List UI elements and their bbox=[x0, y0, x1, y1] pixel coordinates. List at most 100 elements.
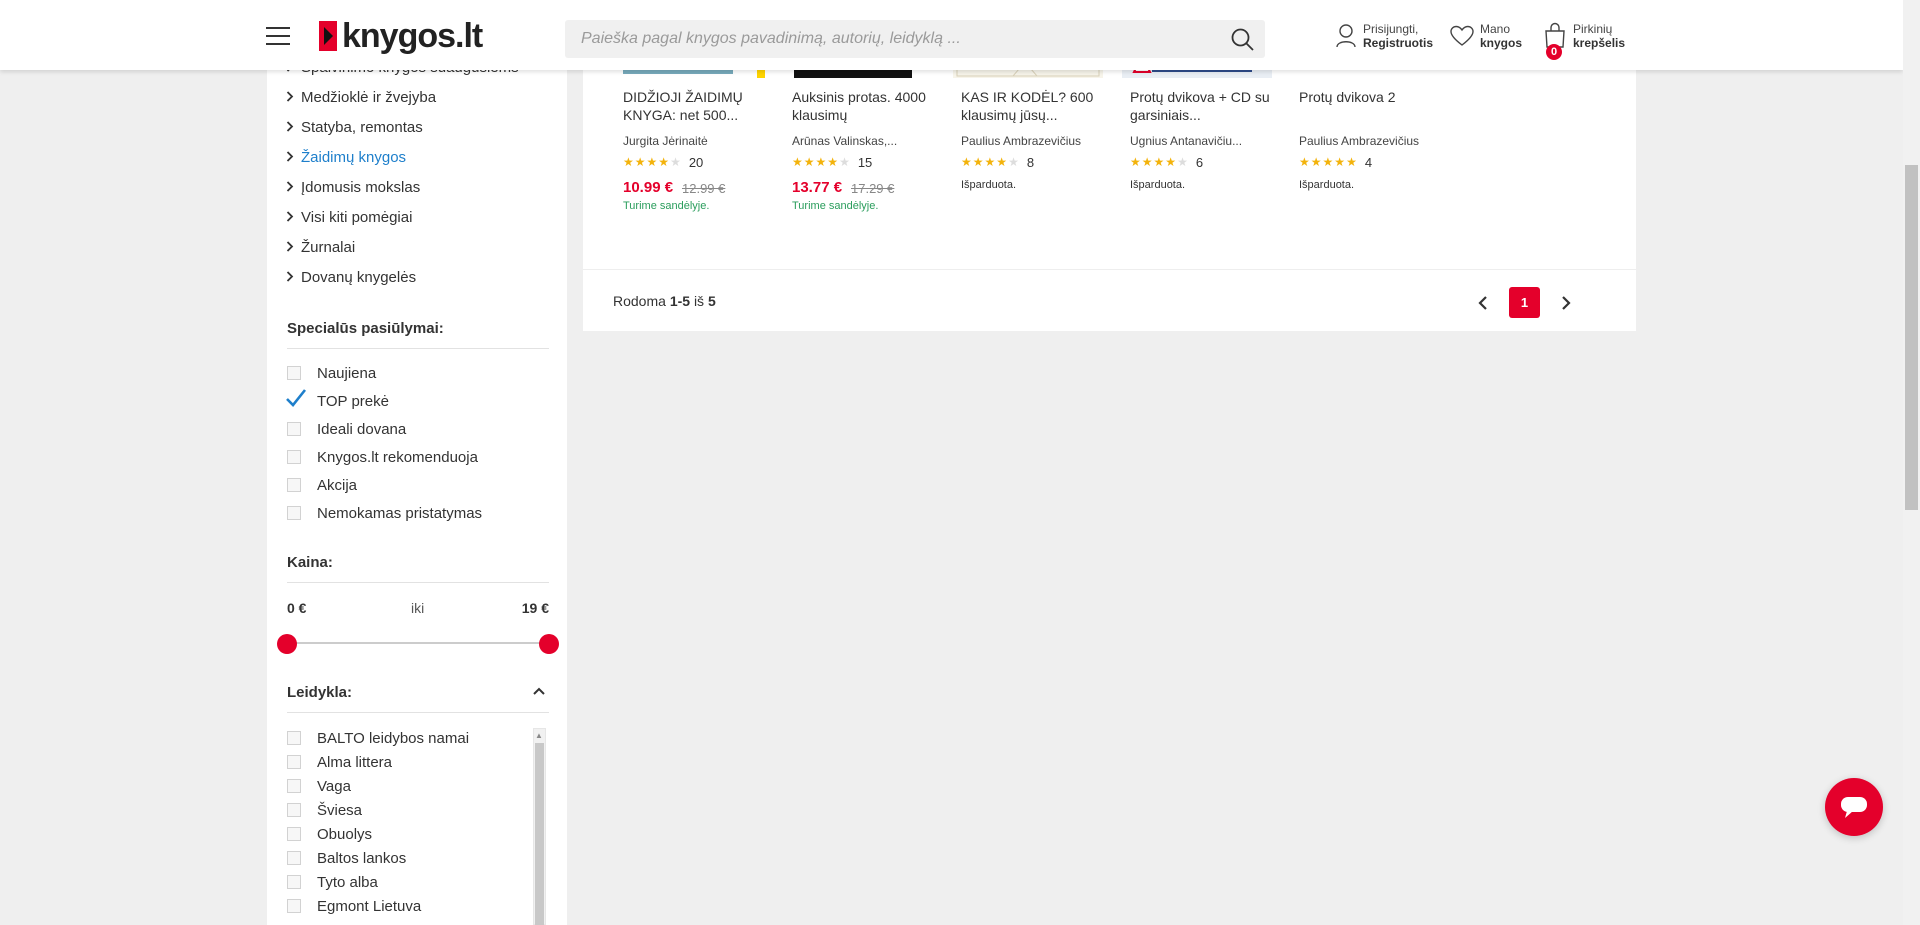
page-scrollbar-thumb[interactable] bbox=[1905, 165, 1918, 510]
checkbox[interactable] bbox=[286, 389, 307, 408]
search-icon[interactable] bbox=[1230, 27, 1255, 52]
search-input[interactable] bbox=[565, 20, 1205, 58]
price-title: Kaina: bbox=[287, 554, 333, 571]
price-slider-fill bbox=[287, 642, 549, 644]
checkbox[interactable] bbox=[287, 450, 301, 464]
publisher-option[interactable]: Tyto alba bbox=[287, 870, 469, 894]
checkbox[interactable] bbox=[287, 827, 301, 841]
category-label: Žurnalai bbox=[301, 238, 356, 256]
publisher-option[interactable]: BALTO leidybos namai bbox=[287, 726, 469, 750]
checkbox[interactable] bbox=[287, 899, 301, 913]
cart-icon-wrap: 0 bbox=[1543, 22, 1567, 60]
category-link[interactable]: Žurnalai bbox=[286, 232, 556, 262]
divider bbox=[583, 269, 1636, 270]
wishlist-line1: Mano bbox=[1480, 22, 1511, 36]
category-link[interactable]: Dovanų knygelės bbox=[286, 262, 556, 292]
product-author[interactable]: Paulius Ambrazevičius bbox=[1299, 134, 1439, 148]
price-slider-track[interactable] bbox=[287, 642, 549, 644]
checkbox[interactable] bbox=[287, 755, 301, 769]
rating-count: 20 bbox=[688, 154, 704, 170]
wishlist-link[interactable]: Mano knygos bbox=[1450, 22, 1522, 50]
publisher-option[interactable]: Alma littera bbox=[287, 750, 469, 774]
category-link[interactable]: Žaidimų knygos bbox=[286, 142, 556, 172]
chevron-right-icon bbox=[286, 179, 301, 195]
cart-line1: Pirkinių bbox=[1573, 22, 1613, 36]
star-icon: ★ bbox=[1130, 155, 1142, 169]
checkbox-label: BALTO leidybos namai bbox=[317, 729, 470, 747]
product-title[interactable]: KAS IR KODĖL? 600 klausimų jūsų... bbox=[961, 88, 1101, 124]
price-slider-max-handle[interactable] bbox=[539, 634, 559, 654]
checkbox[interactable] bbox=[287, 779, 301, 793]
rating: ★ ★ ★ ★ ★ 6 bbox=[1130, 155, 1203, 170]
product-author[interactable]: Ugnius Antanavičiu... bbox=[1130, 134, 1270, 148]
special-offer-option[interactable]: Akcija bbox=[287, 471, 482, 499]
price-slider-min-handle[interactable] bbox=[277, 634, 297, 654]
publisher-option[interactable]: Šviesa bbox=[287, 798, 469, 822]
showing-total: 5 bbox=[707, 293, 716, 309]
menu-icon[interactable] bbox=[266, 27, 290, 45]
product-author[interactable]: Jurgita Jėrinaitė bbox=[623, 134, 763, 148]
star-icon: ★ bbox=[961, 155, 973, 169]
star-icon: ★ bbox=[827, 155, 840, 169]
stock-status: Turime sandėlyje. bbox=[792, 200, 879, 212]
category-link[interactable]: Įdomusis mokslas bbox=[286, 172, 556, 202]
star-icon: ★ bbox=[803, 155, 816, 169]
filter-sidebar: Spalvinimo knygos suaugusiemsMedžioklė i… bbox=[267, 0, 567, 925]
chevron-right-icon bbox=[1562, 295, 1571, 310]
publisher-scrollbar[interactable]: ▲ bbox=[533, 728, 546, 925]
login-link[interactable]: Prisijungti, Registruotis bbox=[1335, 22, 1433, 50]
checkbox[interactable] bbox=[287, 803, 301, 817]
chevron-right-icon bbox=[286, 89, 301, 105]
divider bbox=[287, 348, 549, 349]
product-title[interactable]: Protų dvikova + CD su garsiniais... bbox=[1130, 88, 1270, 124]
category-link[interactable]: Medžioklė ir žvejyba bbox=[286, 82, 556, 112]
page-scrollbar[interactable] bbox=[1903, 0, 1920, 925]
special-offer-option[interactable]: Knygos.lt rekomenduoja bbox=[287, 443, 482, 471]
special-offer-option[interactable]: Nemokamas pristatymas bbox=[287, 499, 482, 527]
star-icon: ★ bbox=[839, 155, 851, 169]
checkbox[interactable] bbox=[287, 422, 301, 436]
publisher-option[interactable]: Egmont Lietuva bbox=[287, 894, 469, 918]
product-author[interactable]: Arūnas Valinskas,... bbox=[792, 134, 932, 148]
product-title[interactable]: Auksinis protas. 4000 klausimų bbox=[792, 88, 932, 124]
next-page-button[interactable] bbox=[1551, 288, 1581, 318]
scroll-up-icon[interactable]: ▲ bbox=[535, 731, 543, 740]
checkbox-label: Knygos.lt rekomenduoja bbox=[317, 448, 478, 466]
rating-count: 8 bbox=[1026, 154, 1035, 170]
cart-count-badge: 0 bbox=[1546, 44, 1562, 60]
prev-page-button[interactable] bbox=[1468, 288, 1498, 318]
product-title[interactable]: DIDŽIOJI ŽAIDIMŲ KNYGA: net 500... bbox=[623, 88, 763, 124]
product-author[interactable]: Paulius Ambrazevičius bbox=[961, 134, 1101, 148]
chat-button[interactable] bbox=[1825, 778, 1883, 836]
star-icon: ★ bbox=[1153, 155, 1166, 169]
publisher-option[interactable]: Obuolys bbox=[287, 822, 469, 846]
publisher-scrollbar-thumb[interactable] bbox=[535, 743, 544, 925]
checkbox[interactable] bbox=[287, 731, 301, 745]
checkbox[interactable] bbox=[287, 875, 301, 889]
publisher-option[interactable]: Baltos lankos bbox=[287, 846, 469, 870]
rating: ★ ★ ★ ★ ★ 20 bbox=[623, 154, 704, 170]
checkbox[interactable] bbox=[287, 506, 301, 520]
checkbox-label: Naujiena bbox=[317, 364, 377, 382]
checkbox[interactable] bbox=[287, 478, 301, 492]
rating: ★ ★ ★ ★ ★ 8 bbox=[961, 154, 1035, 170]
star-icon: ★ bbox=[1165, 155, 1178, 169]
special-offer-option[interactable]: Naujiena bbox=[287, 359, 482, 387]
chevron-up-icon[interactable] bbox=[532, 684, 546, 698]
cart-link[interactable]: 0 Pirkinių krepšelis bbox=[1543, 22, 1625, 60]
checkbox[interactable] bbox=[287, 366, 301, 380]
site-logo[interactable]: knygos.lt bbox=[318, 17, 483, 55]
star-icon: ★ bbox=[670, 155, 682, 169]
page-button-current[interactable]: 1 bbox=[1509, 287, 1540, 318]
publisher-option[interactable]: Vaga bbox=[287, 774, 469, 798]
checkbox-label: Nemokamas pristatymas bbox=[317, 504, 483, 522]
star-icon: ★ bbox=[1310, 155, 1323, 169]
sold-out-status: Išparduota. bbox=[1130, 179, 1186, 191]
product-title[interactable]: Protų dvikova 2 bbox=[1299, 88, 1439, 106]
category-label: Medžioklė ir žvejyba bbox=[301, 88, 437, 106]
special-offer-option[interactable]: Ideali dovana bbox=[287, 415, 482, 443]
category-link[interactable]: Statyba, remontas bbox=[286, 112, 556, 142]
checkbox[interactable] bbox=[287, 851, 301, 865]
special-offer-option[interactable]: TOP prekė bbox=[286, 387, 482, 415]
category-link[interactable]: Visi kiti pomėgiai bbox=[286, 202, 556, 232]
